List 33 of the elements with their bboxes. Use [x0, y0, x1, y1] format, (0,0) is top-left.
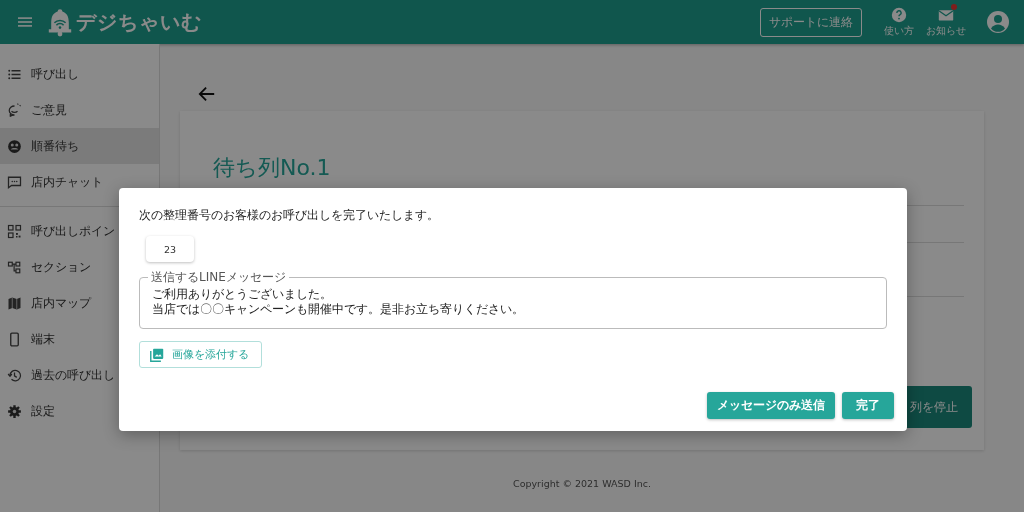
sidebar-item[interactable]: 店内チャット: [0, 164, 159, 200]
phone-icon: [7, 331, 22, 347]
sidebar-item[interactable]: 呼び出し: [0, 56, 159, 92]
sidebar-item[interactable]: 順番待ち: [0, 128, 159, 164]
line-message-field[interactable]: 送信するLINEメッセージ ご利用ありがとうございました。 当店では〇〇キャンペーンも開催中です。是非お立ち寄りください。: [139, 270, 887, 329]
account-icon[interactable]: [986, 10, 1010, 34]
sidebar-item[interactable]: ご意見: [0, 92, 159, 128]
qr-icon: [7, 223, 22, 239]
history-icon: [7, 367, 22, 383]
help-icon: [891, 6, 907, 23]
image-icon: [150, 347, 164, 362]
map-icon: [7, 295, 22, 311]
sidebar-item[interactable]: 設定: [0, 393, 159, 429]
complete-button[interactable]: 完了: [842, 392, 894, 419]
field-label: 送信するLINEメッセージ: [150, 270, 287, 284]
notification-button[interactable]: お知らせ: [926, 6, 966, 38]
ticket-number: 23: [146, 236, 194, 262]
support-button[interactable]: サポートに連絡: [760, 7, 862, 37]
attach-image-button[interactable]: 画像を添付する: [139, 341, 262, 368]
gear-icon: [7, 403, 22, 419]
copyright-text: Copyright © 2021 WASD Inc.: [512, 478, 652, 489]
help-button[interactable]: 使い方: [884, 6, 914, 38]
page-title: 待ち列No.1: [213, 154, 332, 182]
menu-icon[interactable]: [18, 17, 32, 27]
dialog-message: 次の整理番号のお客様のお呼び出しを完了いたします。: [139, 207, 440, 224]
bell-icon: [48, 7, 72, 37]
chat-icon: [7, 174, 22, 190]
message-line: ご利用ありがとうございました。: [152, 287, 333, 302]
back-arrow-icon[interactable]: [198, 85, 216, 103]
app-logo: デジちゃいむ: [76, 8, 202, 36]
message-line: 当店では〇〇キャンペーンも開催中です。是非お立ち寄りください。: [152, 302, 525, 317]
send-message-only-button[interactable]: メッセージのみ送信: [707, 392, 835, 419]
section-icon: [7, 259, 22, 275]
